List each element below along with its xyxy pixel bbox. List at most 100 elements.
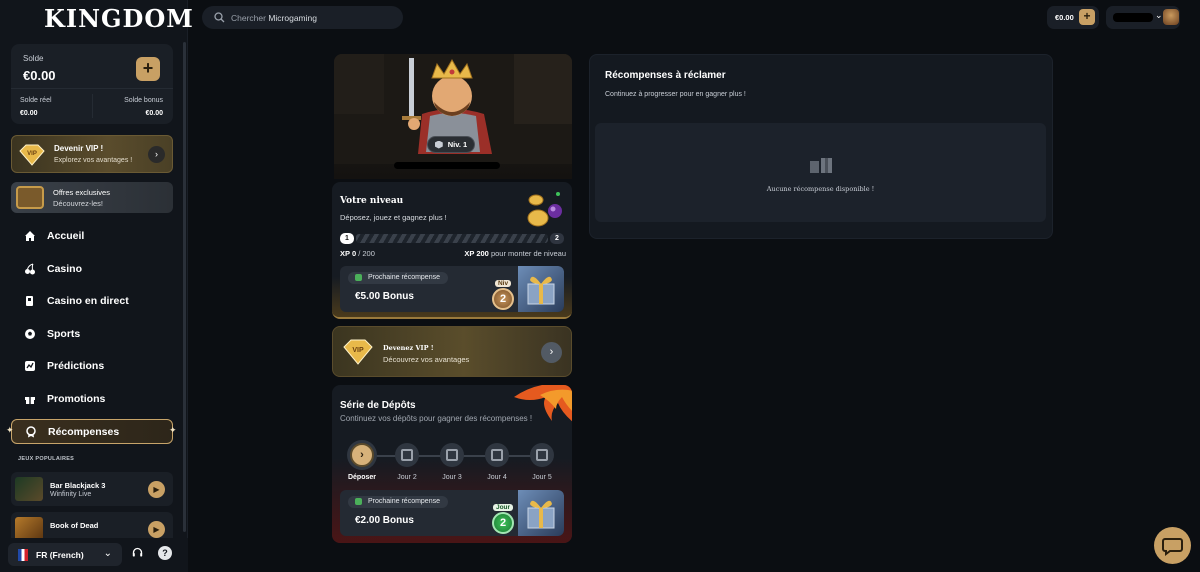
chart-icon [23,359,37,373]
sidebar-item-promotions[interactable]: Promotions [11,387,173,411]
vip-subtitle: Explorez vos avantages ! [54,157,133,164]
rewards-empty-text: Aucune récompense disponible ! [766,185,875,193]
search-bar[interactable]: Chercher Microgaming [202,6,403,29]
reward-level-number: 2 [492,288,514,310]
rewards-empty-state: Aucune récompense disponible ! [595,123,1046,222]
balance-label: Solde [23,54,44,63]
vip-title: Devenir VIP ! [54,144,104,153]
sidebar-item-predictions[interactable]: Prédictions [11,354,173,378]
become-vip-card[interactable]: VIP Devenir VIP ! Explorez vos avantages… [11,135,173,173]
streak-day-label: Jour 4 [487,474,507,481]
vip-banner-subtitle: Découvrez vos avantages [383,355,470,364]
search-placeholder: Chercher [231,12,269,23]
next-streak-reward[interactable]: Prochaine récompense €2.00 Bonus Jour 2 [340,490,564,536]
game-name: Book of Dead [50,521,99,530]
streak-day-2-gift-icon [395,443,419,467]
play-icon[interactable]: ▶ [148,521,165,538]
sidebar-item-label: Casino en direct [47,295,129,307]
exclusive-offers-card[interactable]: Offres exclusives Découvrez-les! [11,182,173,213]
rewards-title: Récompenses à réclamer [605,70,726,81]
sidebar-item-label: Casino [47,263,83,275]
current-level-badge: 1 [340,233,354,244]
brand-logo[interactable]: KINGDOM [44,4,194,33]
sidebar-scrollbar[interactable] [183,42,186,532]
chevron-right-icon: › [360,449,364,461]
sidebar-item-accueil[interactable]: Accueil [11,224,173,248]
next-level-reward[interactable]: Prochaine récompense €5.00 Bonus Niv 2 [340,266,564,312]
game-provider: Winfinity Live [50,491,92,498]
hexagon-icon [434,140,443,149]
cherries-icon [23,262,37,276]
game-card[interactable]: Bar Blackjack 3 Winfinity Live ▶ [11,472,173,506]
streak-day-4-gift-icon [485,443,509,467]
next-reward-amount: €2.00 Bonus [355,515,414,526]
chevron-down-icon: ⌄ [103,548,112,559]
xp-progress-bar [356,234,548,243]
app-root: KINGDOM Solde €0.00 + Solde réel €0.00 S… [0,0,1200,572]
streak-day-label: Déposer [347,474,376,481]
streak-day-label: Jour 2 [397,474,417,481]
game-thumbnail [15,477,43,501]
sidebar-item-recompenses[interactable]: Récompenses [11,419,173,444]
offers-title: Offres exclusives [53,188,110,197]
sidebar-item-sports[interactable]: Sports [11,322,173,346]
balance-value: €0.00 [23,68,56,83]
level-card: Votre niveau Déposez, jouez et gagnez pl… [332,182,572,319]
streak-subtitle: Continuez vos dépôts pour gagner des réc… [340,414,533,423]
vip-diamond-icon: VIP [19,144,45,166]
avatar[interactable] [1163,9,1179,25]
reward-day-number: 2 [492,512,514,534]
gift-box-icon [518,266,564,312]
vip-banner-title: Devenez VIP ! [383,344,434,352]
deposit-step-button[interactable]: › [350,443,374,467]
gift-icon [23,392,37,406]
search-input[interactable]: Chercher Microgaming [231,13,317,23]
balance-card: Solde €0.00 + Solde réel €0.00 Solde bon… [11,44,173,124]
header-add-funds-button[interactable]: + [1079,9,1095,25]
bonus-balance-value: €0.00 [145,110,163,117]
france-flag-icon [18,548,28,561]
header-balance[interactable]: €0.00 + [1047,6,1099,29]
next-level-badge: 2 [550,233,564,244]
xp-needed: XP 200 pour monter de niveau [464,249,566,258]
next-reward-tag: Prochaine récompense [348,496,448,508]
search-icon [214,12,225,23]
balance-vdivider [92,94,93,118]
level-badge-label: Niv. 1 [447,140,468,149]
sidebar-footer: FR (French) ⌄ ? [0,538,188,572]
sparkle-icon: ✦ [169,425,177,435]
popular-games-title: JEUX POPULAIRES [18,456,75,462]
sidebar: KINGDOM Solde €0.00 + Solde réel €0.00 S… [0,0,193,572]
xp-needed-suffix: pour monter de niveau [488,249,566,258]
chevron-right-icon[interactable]: › [541,342,562,363]
chevron-right-icon[interactable]: › [148,146,165,163]
xp-progress-track: 1 2 [340,233,564,244]
game-name: Bar Blackjack 3 [50,481,106,490]
live-chat-button[interactable] [1154,527,1191,564]
next-reward-amount: €5.00 Bonus [355,291,414,302]
sparkle-icon: ✦ [6,425,14,435]
sidebar-item-casino-en-direct[interactable]: Casino en direct [11,289,173,313]
sidebar-item-label: Récompenses [48,425,120,438]
sidebar-item-casino[interactable]: Casino [11,257,173,281]
xp-total: / 200 [356,249,375,258]
cards-icon [23,294,37,308]
vip-badge-text: VIP [27,151,37,157]
king-avatar-hero: Niv. 1 [334,54,572,179]
gift-box-icon [518,490,564,536]
balance-divider [11,88,173,89]
sidebar-item-label: Promotions [47,393,106,405]
user-menu[interactable]: ⌄ [1106,6,1180,29]
offers-subtitle: Découvrez-les! [53,199,104,208]
xp-label: XP 0 [340,249,357,258]
become-vip-banner[interactable]: VIP Devenez VIP ! Découvrez vos avantage… [332,326,572,377]
help-icon[interactable]: ? [158,546,172,560]
coins-icon [527,192,562,227]
gift-icon [355,498,362,505]
play-icon[interactable]: ▶ [148,481,165,498]
add-funds-button[interactable]: + [136,57,160,81]
language-selector[interactable]: FR (French) ⌄ [8,543,122,566]
bonus-balance-label: Solde bonus [124,97,163,104]
headset-icon[interactable] [132,547,143,561]
streak-day-label: Jour 3 [442,474,462,481]
